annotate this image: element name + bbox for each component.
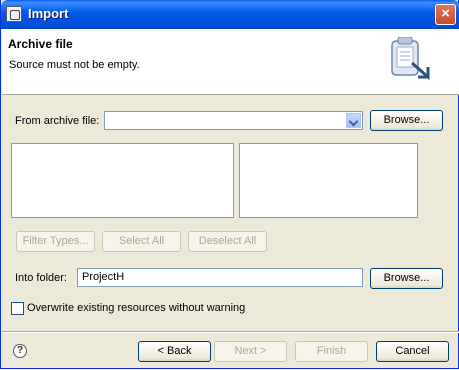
wizard-banner: Archive file Source must not be empty. bbox=[2, 29, 459, 95]
browse-archive-button[interactable]: Browse... bbox=[370, 110, 443, 131]
into-folder-label: Into folder: bbox=[15, 272, 67, 284]
next-button[interactable]: Next > bbox=[214, 341, 287, 362]
file-list[interactable] bbox=[239, 143, 418, 218]
back-button[interactable]: < Back bbox=[138, 341, 211, 362]
folder-tree[interactable] bbox=[11, 143, 234, 218]
window-title: Import bbox=[28, 6, 69, 21]
into-folder-input[interactable]: ProjectH bbox=[77, 268, 363, 287]
filter-types-button[interactable]: Filter Types... bbox=[16, 231, 95, 252]
archive-file-label: From archive file: bbox=[15, 115, 100, 127]
eclipse-app-icon bbox=[6, 6, 22, 22]
overwrite-label: Overwrite existing resources without war… bbox=[27, 302, 246, 314]
overwrite-checkbox[interactable] bbox=[11, 302, 24, 315]
title-bar[interactable]: Import × bbox=[1, 0, 459, 29]
deselect-all-button[interactable]: Deselect All bbox=[188, 231, 267, 252]
help-icon[interactable]: ? bbox=[13, 344, 27, 358]
cancel-button[interactable]: Cancel bbox=[376, 341, 449, 362]
archive-file-combo[interactable] bbox=[104, 111, 363, 130]
finish-button[interactable]: Finish bbox=[295, 341, 368, 362]
chevron-down-icon[interactable] bbox=[346, 113, 361, 128]
archive-import-icon bbox=[391, 37, 430, 81]
footer-separator bbox=[2, 331, 459, 333]
import-dialog: Import × Archive file Source must not be… bbox=[0, 0, 459, 369]
select-all-button[interactable]: Select All bbox=[102, 231, 181, 252]
close-button[interactable]: × bbox=[435, 4, 456, 25]
error-message: Source must not be empty. bbox=[9, 59, 140, 71]
page-title: Archive file bbox=[8, 37, 73, 51]
browse-folder-button[interactable]: Browse... bbox=[370, 268, 443, 289]
